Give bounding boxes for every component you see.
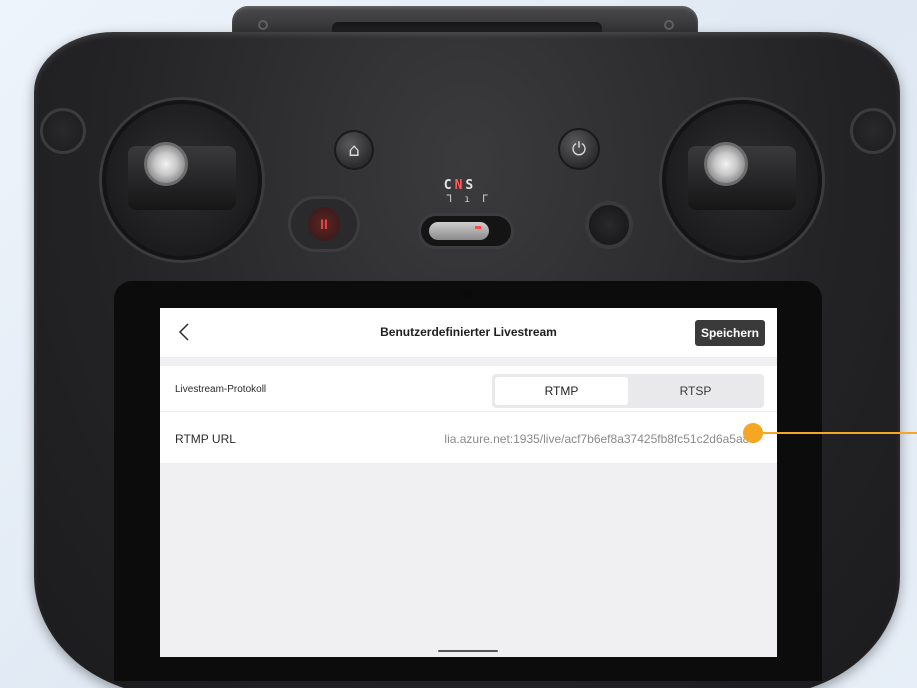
return-home-icon: ⌂ — [348, 139, 360, 161]
left-stick-knob[interactable] — [144, 142, 188, 186]
right-shoulder-button[interactable] — [850, 108, 896, 154]
power-icon: ⏻ — [571, 138, 587, 160]
flight-mode-indicator — [475, 226, 481, 229]
left-stick[interactable] — [102, 100, 262, 260]
front-sensor — [463, 290, 472, 299]
protocol-option-rtsp[interactable]: RTSP — [629, 377, 762, 405]
protocol-option-rtmp[interactable]: RTMP — [495, 377, 628, 405]
rtmp-url-field[interactable]: lia.azure.net:1935/live/acf7b6ef8a37425f… — [372, 432, 756, 446]
home-indicator[interactable] — [438, 650, 498, 652]
back-button[interactable] — [172, 320, 196, 344]
rtmp-url-row[interactable]: RTMP URL lia.azure.net:1935/live/acf7b6e… — [160, 412, 777, 463]
controller-screen: Benutzerdefinierter Livestream Speichern… — [160, 308, 777, 657]
flight-mode-switch[interactable] — [418, 213, 514, 249]
callout-marker — [743, 423, 763, 443]
chevron-left-icon — [178, 323, 189, 341]
rtmp-url-label: RTMP URL — [175, 432, 236, 446]
power-button[interactable]: ⏻ — [558, 128, 600, 170]
protocol-segmented-control: RTMP RTSP — [492, 374, 764, 408]
flight-mode-ticks: ᒣ ı ᒥ — [446, 194, 491, 205]
five-way-button[interactable] — [585, 201, 633, 249]
antenna-screw — [258, 20, 268, 30]
antenna-screw — [664, 20, 674, 30]
left-shoulder-button[interactable] — [40, 108, 86, 154]
save-button[interactable]: Speichern — [694, 320, 765, 346]
pause-button[interactable]: II — [288, 196, 360, 252]
protocol-row: Livestream-Protokoll RTMP RTSP — [160, 366, 777, 412]
right-stick-knob[interactable] — [704, 142, 748, 186]
page-title: Benutzerdefinierter Livestream — [380, 325, 557, 339]
flight-mode-switch-thumb — [429, 222, 489, 240]
protocol-label: Livestream-Protokoll — [175, 384, 267, 395]
return-home-button[interactable]: ⌂ — [334, 130, 374, 170]
pause-icon: II — [308, 207, 340, 241]
callout-line — [760, 432, 917, 434]
right-stick[interactable] — [662, 100, 822, 260]
flight-mode-label: CNS — [443, 178, 477, 193]
app-header: Benutzerdefinierter Livestream Speichern — [160, 308, 777, 358]
